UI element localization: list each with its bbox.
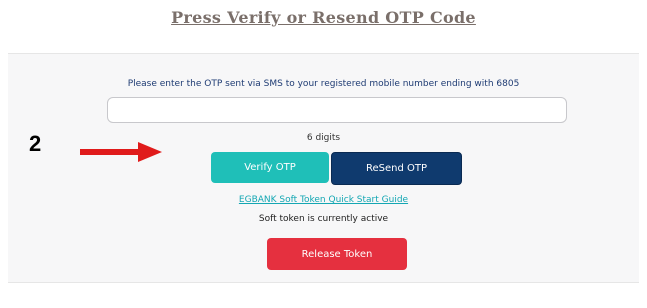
release-token-button[interactable]: Release Token [267, 238, 407, 270]
token-status-text: Soft token is currently active [258, 214, 389, 224]
right-arrow-icon [80, 142, 162, 162]
page-heading: Press Verify or Resend OTP Code [171, 8, 476, 27]
verify-otp-button[interactable]: Verify OTP [211, 152, 329, 183]
otp-instruction: Please enter the OTP sent via SMS to you… [127, 79, 520, 89]
quick-start-guide-link[interactable]: EGBANK Soft Token Quick Start Guide [0, 195, 647, 205]
resend-otp-button[interactable]: ReSend OTP [331, 152, 462, 185]
step-number: 2 [29, 131, 42, 156]
otp-input[interactable] [107, 97, 567, 123]
